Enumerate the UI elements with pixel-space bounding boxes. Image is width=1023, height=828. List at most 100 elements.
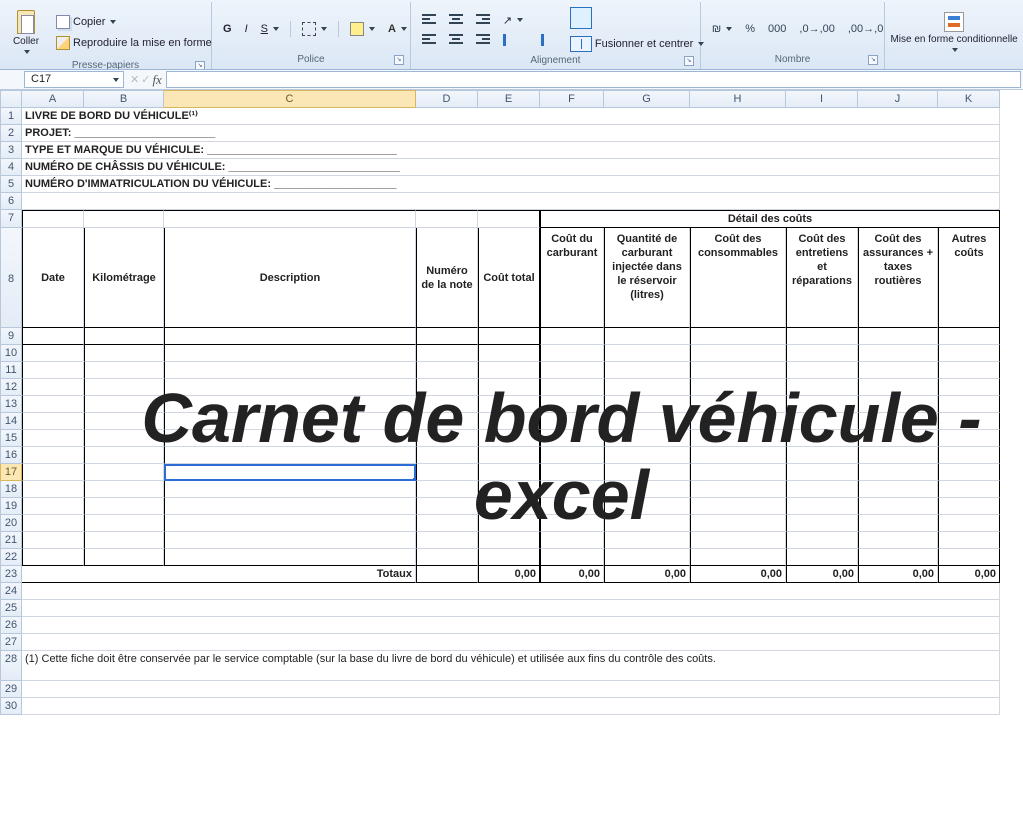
cell-E22[interactable] xyxy=(478,549,540,566)
col-header-H[interactable]: H xyxy=(690,90,786,108)
cell-B12[interactable] xyxy=(84,379,164,396)
row-header-30[interactable]: 30 xyxy=(0,698,22,715)
cell-H9[interactable] xyxy=(690,328,786,345)
cell-C11[interactable] xyxy=(164,362,416,379)
row-header-14[interactable]: 14 xyxy=(0,413,22,430)
cell-D22[interactable] xyxy=(416,549,478,566)
col-header-F[interactable]: F xyxy=(540,90,604,108)
cell-I15[interactable] xyxy=(786,430,858,447)
cell-K20[interactable] xyxy=(938,515,1000,532)
cell-B22[interactable] xyxy=(84,549,164,566)
hdr-insur[interactable]: Coût des assurances + taxes routières xyxy=(858,228,938,328)
cell-A27[interactable] xyxy=(22,634,1000,651)
row-header-22[interactable]: 22 xyxy=(0,549,22,566)
cell-B14[interactable] xyxy=(84,413,164,430)
cell-E23[interactable]: 0,00 xyxy=(478,566,540,583)
cell-A26[interactable] xyxy=(22,617,1000,634)
cell-G21[interactable] xyxy=(604,532,690,549)
cell-H15[interactable] xyxy=(690,430,786,447)
row-header-1[interactable]: 1 xyxy=(0,108,22,125)
cell-A6[interactable] xyxy=(22,193,1000,210)
paste-button[interactable]: Coller xyxy=(6,4,46,60)
cell-F11[interactable] xyxy=(540,362,604,379)
hdr-other[interactable]: Autres coûts xyxy=(938,228,1000,328)
cell-E16[interactable] xyxy=(478,447,540,464)
hdr-total[interactable]: Coût total xyxy=(478,228,540,328)
cell-C18[interactable] xyxy=(164,481,416,498)
cell-J20[interactable] xyxy=(858,515,938,532)
align-center-button[interactable] xyxy=(444,31,468,49)
cell-F17[interactable] xyxy=(540,464,604,481)
formula-input[interactable] xyxy=(166,71,1021,88)
cell-E19[interactable] xyxy=(478,498,540,515)
comma-style-button[interactable]: 000 xyxy=(763,20,791,38)
dialog-launcher[interactable]: ↘ xyxy=(868,55,878,65)
cell-D11[interactable] xyxy=(416,362,478,379)
col-header-K[interactable]: K xyxy=(938,90,1000,108)
merge-center-button[interactable]: Fusionner et centrer xyxy=(565,33,709,55)
cell-B7[interactable] xyxy=(84,210,164,228)
cell-I11[interactable] xyxy=(786,362,858,379)
cell-C22[interactable] xyxy=(164,549,416,566)
cell-D15[interactable] xyxy=(416,430,478,447)
col-header-A[interactable]: A xyxy=(22,90,84,108)
cell-G9[interactable] xyxy=(604,328,690,345)
cell-A30[interactable] xyxy=(22,698,1000,715)
cell-D12[interactable] xyxy=(416,379,478,396)
cell-G16[interactable] xyxy=(604,447,690,464)
cell-F10[interactable] xyxy=(540,345,604,362)
align-right-button[interactable] xyxy=(471,31,495,49)
cell-H23[interactable]: 0,00 xyxy=(690,566,786,583)
cell-D14[interactable] xyxy=(416,413,478,430)
row-header-7[interactable]: 7 xyxy=(0,210,22,228)
cell-G20[interactable] xyxy=(604,515,690,532)
cell-H20[interactable] xyxy=(690,515,786,532)
cell-E15[interactable] xyxy=(478,430,540,447)
cell-C15[interactable] xyxy=(164,430,416,447)
cell-B15[interactable] xyxy=(84,430,164,447)
cell-B21[interactable] xyxy=(84,532,164,549)
cell-C12[interactable] xyxy=(164,379,416,396)
row-header-15[interactable]: 15 xyxy=(0,430,22,447)
cell-B13[interactable] xyxy=(84,396,164,413)
row-header-6[interactable]: 6 xyxy=(0,193,22,210)
col-header-B[interactable]: B xyxy=(84,90,164,108)
cell-F14[interactable] xyxy=(540,413,604,430)
row-header-21[interactable]: 21 xyxy=(0,532,22,549)
bold-button[interactable]: G xyxy=(218,20,237,38)
cell-A21[interactable] xyxy=(22,532,84,549)
cell-G22[interactable] xyxy=(604,549,690,566)
hdr-km[interactable]: Kilométrage xyxy=(84,228,164,328)
cell-A5[interactable]: NUMÉRO D'IMMATRICULATION DU VÉHICULE: __… xyxy=(22,176,1000,193)
cell-J12[interactable] xyxy=(858,379,938,396)
cell-D17[interactable] xyxy=(416,464,478,481)
cell-A4[interactable]: NUMÉRO DE CHÂSSIS DU VÉHICULE: _________… xyxy=(22,159,1000,176)
cell-I23[interactable]: 0,00 xyxy=(786,566,858,583)
cell-J15[interactable] xyxy=(858,430,938,447)
hdr-fuel-cost[interactable]: Coût du carburant xyxy=(540,228,604,328)
cell-K10[interactable] xyxy=(938,345,1000,362)
cell-J16[interactable] xyxy=(858,447,938,464)
cell-B9[interactable] xyxy=(84,328,164,345)
fill-color-button[interactable] xyxy=(345,19,380,39)
font-color-button[interactable]: A xyxy=(383,20,415,38)
cell-F13[interactable] xyxy=(540,396,604,413)
orientation-button[interactable]: ↗ xyxy=(498,11,528,30)
cell-K18[interactable] xyxy=(938,481,1000,498)
cell-D19[interactable] xyxy=(416,498,478,515)
row-header-8[interactable]: 8 xyxy=(0,228,22,328)
cell-A15[interactable] xyxy=(22,430,84,447)
cell-E21[interactable] xyxy=(478,532,540,549)
row-header-28[interactable]: 28 xyxy=(0,651,22,681)
cell-J10[interactable] xyxy=(858,345,938,362)
cell-J11[interactable] xyxy=(858,362,938,379)
row-header-25[interactable]: 25 xyxy=(0,600,22,617)
currency-button[interactable]: ₪ xyxy=(707,20,737,38)
cell-D16[interactable] xyxy=(416,447,478,464)
worksheet-grid[interactable]: A B C D E F G H I J K 1 LIVRE DE BORD DU… xyxy=(0,90,1023,715)
enter-formula-icon[interactable]: ✓ xyxy=(141,73,150,86)
cell-F23[interactable]: 0,00 xyxy=(540,566,604,583)
col-header-C[interactable]: C xyxy=(164,90,416,108)
cell-G10[interactable] xyxy=(604,345,690,362)
cell-K16[interactable] xyxy=(938,447,1000,464)
